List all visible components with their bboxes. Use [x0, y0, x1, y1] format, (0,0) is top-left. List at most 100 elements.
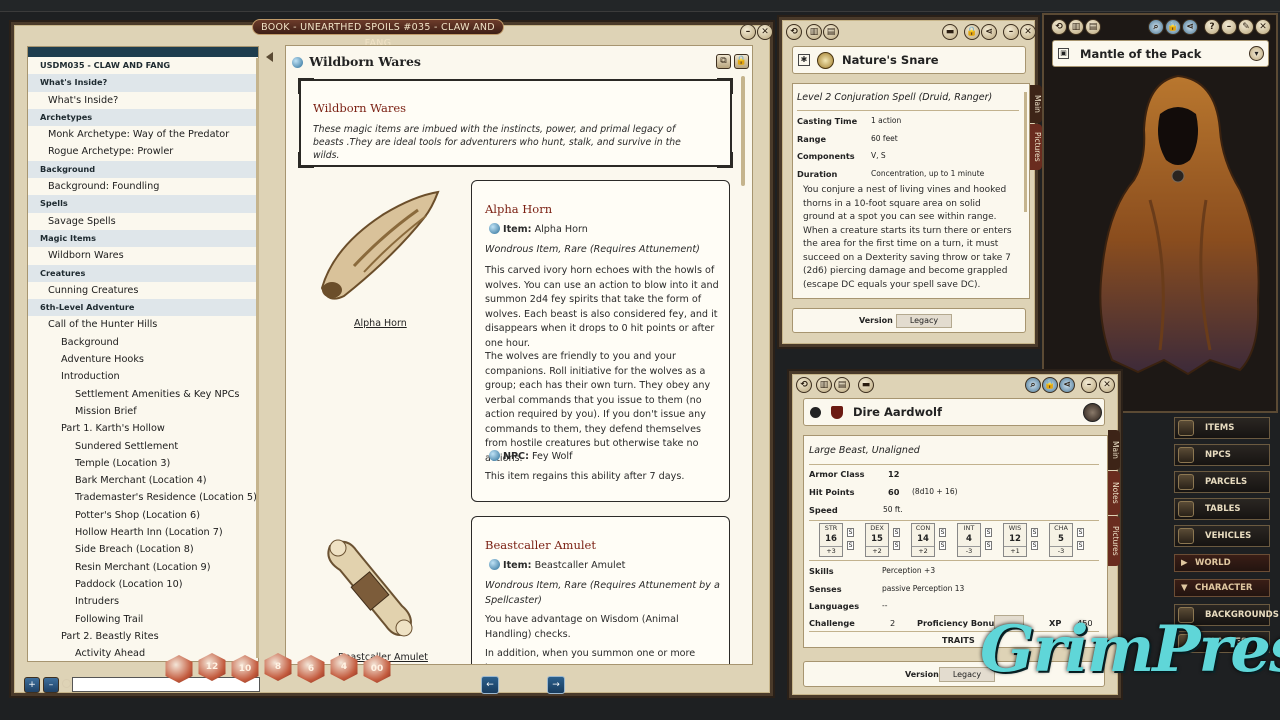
- toc-item[interactable]: What's Inside?: [28, 92, 258, 109]
- beastcaller-amulet-image[interactable]: [316, 526, 426, 646]
- sidebar-tables-button[interactable]: TABLES: [1174, 498, 1270, 520]
- ability-check-roll-icon[interactable]: S: [893, 541, 900, 550]
- ability-check-roll-icon[interactable]: S: [1077, 541, 1084, 550]
- sidebar-vehicles-button[interactable]: VEHICLES: [1174, 525, 1270, 547]
- ability-save-roll-icon[interactable]: S: [893, 528, 900, 537]
- pic-search-icon[interactable]: ⌕: [1148, 19, 1164, 35]
- toc-item[interactable]: Following Trail: [28, 611, 258, 628]
- sidebar-items-button[interactable]: ITEMS: [1174, 417, 1270, 439]
- toc-section-header[interactable]: Magic Items: [28, 229, 258, 248]
- ability-score-int[interactable]: INT 4 -3: [957, 523, 981, 557]
- sidebar-character-section[interactable]: ▼ CHARACTER: [1174, 579, 1270, 597]
- pic-link-icon[interactable]: ⟲: [1051, 19, 1067, 35]
- toc-item[interactable]: Part 1. Karth's Hollow: [28, 420, 258, 437]
- toc-item[interactable]: Potter's Shop (Location 6): [28, 507, 258, 524]
- alpha-horn-npc-link[interactable]: NPC: Fey Wolf: [489, 450, 572, 465]
- sidebar-npcs-button[interactable]: NPCS: [1174, 444, 1270, 466]
- toc-remove-button[interactable]: –: [43, 677, 59, 693]
- ability-save-roll-icon[interactable]: S: [985, 528, 992, 537]
- ability-check-roll-icon[interactable]: S: [985, 541, 992, 550]
- npc-lock-icon[interactable]: 🔒: [1042, 377, 1058, 393]
- npc-search-icon[interactable]: ⌕: [1025, 377, 1041, 393]
- picture-collapse-icon[interactable]: ▾: [1249, 46, 1264, 61]
- ability-check-roll-icon[interactable]: S: [939, 541, 946, 550]
- book-close-button[interactable]: ✕: [757, 24, 773, 40]
- toc-item[interactable]: Side Breach (Location 8): [28, 541, 258, 558]
- npc-menu-icon[interactable]: ▥: [816, 377, 832, 393]
- toc-section-header[interactable]: USDM035 - CLAW AND FANG: [28, 57, 258, 74]
- npc-list-icon[interactable]: ▤: [834, 377, 850, 393]
- spell-close-button[interactable]: ✕: [1020, 24, 1036, 40]
- toc-search-input[interactable]: [72, 677, 260, 692]
- toc-item[interactable]: Rogue Archetype: Prowler: [28, 143, 258, 160]
- toc-item[interactable]: Wildborn Wares: [28, 247, 258, 264]
- beastcaller-item-link[interactable]: Item: Beastcaller Amulet: [489, 559, 625, 574]
- toc-item[interactable]: Resin Merchant (Location 9): [28, 559, 258, 576]
- spell-drag-icon[interactable]: ✱: [798, 54, 810, 66]
- page-link-icon[interactable]: [292, 57, 303, 68]
- pic-share-icon[interactable]: ⋖: [1182, 19, 1198, 35]
- next-page-button[interactable]: →: [547, 676, 565, 694]
- ability-save-roll-icon[interactable]: S: [1077, 528, 1084, 537]
- toc-item[interactable]: Monk Archetype: Way of the Predator: [28, 126, 258, 143]
- toc-item[interactable]: Savage Spells: [28, 213, 258, 230]
- ability-score-dex[interactable]: DEX 15 +2: [865, 523, 889, 557]
- ability-score-con[interactable]: CON 14 +2: [911, 523, 935, 557]
- npc-hp-value[interactable]: 60: [888, 487, 899, 497]
- toc-section-header[interactable]: What's Inside?: [28, 74, 258, 92]
- npc-close-button[interactable]: ✕: [1099, 377, 1115, 393]
- page-lock-button[interactable]: 🔒: [734, 54, 749, 69]
- alpha-horn-image[interactable]: [314, 186, 446, 304]
- sidebar-world-section[interactable]: ▶ WORLD: [1174, 554, 1270, 572]
- toc-item[interactable]: Bark Merchant (Location 4): [28, 472, 258, 489]
- alpha-horn-caption[interactable]: Alpha Horn: [354, 318, 407, 329]
- toc-item[interactable]: Sundered Settlement: [28, 438, 258, 455]
- ability-score-str[interactable]: STR 16 +3: [819, 523, 843, 557]
- toc-item[interactable]: Settlement Amenities & Key NPCs: [28, 386, 258, 403]
- toc-section-header[interactable]: Background: [28, 160, 258, 179]
- picture-drag-icon[interactable]: ▣: [1058, 48, 1069, 59]
- npc-token-icon[interactable]: [1083, 403, 1102, 422]
- toc-item[interactable]: Trademaster's Residence (Location 5): [28, 489, 258, 506]
- toc-item[interactable]: Mission Brief: [28, 403, 258, 420]
- ability-score-wis[interactable]: WIS 12 +1: [1003, 523, 1027, 557]
- npc-challenge-value[interactable]: 2: [890, 618, 895, 628]
- toc-item[interactable]: Adventure Hooks: [28, 351, 258, 368]
- npc-ac-value[interactable]: 12: [888, 469, 899, 479]
- toc-item[interactable]: Background: [28, 334, 258, 351]
- toc-item[interactable]: Part 2. Beastly Rites: [28, 628, 258, 645]
- toc-item[interactable]: Intruders: [28, 593, 258, 610]
- pic-close-button[interactable]: ✕: [1255, 19, 1271, 35]
- ability-check-roll-icon[interactable]: S: [847, 541, 854, 550]
- toc-add-button[interactable]: +: [24, 677, 40, 693]
- spell-chat-icon[interactable]: ▬: [942, 24, 958, 40]
- npc-tab-notes[interactable]: Notes: [1108, 471, 1120, 515]
- ability-save-roll-icon[interactable]: S: [1031, 528, 1038, 537]
- ability-check-roll-icon[interactable]: S: [1031, 541, 1038, 550]
- book-left-arrow-icon[interactable]: [266, 52, 273, 62]
- npc-link-icon[interactable]: ⟲: [796, 377, 812, 393]
- ability-save-roll-icon[interactable]: S: [939, 528, 946, 537]
- spell-tab-main[interactable]: Main: [1030, 85, 1042, 123]
- toc-item[interactable]: Hollow Hearth Inn (Location 7): [28, 524, 258, 541]
- npc-tab-main[interactable]: Main: [1108, 430, 1120, 470]
- ability-score-cha[interactable]: CHA 5 -3: [1049, 523, 1073, 557]
- toc-item[interactable]: Cunning Creatures: [28, 282, 258, 299]
- npc-chat-icon[interactable]: ▬: [858, 377, 874, 393]
- spell-link-icon[interactable]: ⟲: [786, 24, 802, 40]
- pic-edit-icon[interactable]: ✎: [1238, 19, 1254, 35]
- spell-lock-icon[interactable]: 🔒: [964, 24, 980, 40]
- spell-tab-pictures[interactable]: Pictures: [1030, 124, 1042, 170]
- spell-version-value[interactable]: Legacy: [896, 314, 952, 328]
- spell-menu-icon[interactable]: ▥: [806, 24, 822, 40]
- npc-share-icon[interactable]: ⋖: [1059, 377, 1075, 393]
- spell-minimize-button[interactable]: –: [1003, 24, 1019, 40]
- page-share-button[interactable]: ⧉: [716, 54, 731, 69]
- toc-scrollbar[interactable]: [256, 58, 259, 658]
- toc-item[interactable]: Paddock (Location 10): [28, 576, 258, 593]
- toc-item[interactable]: Introduction: [28, 368, 258, 385]
- pic-lock-icon[interactable]: 🔒: [1165, 19, 1181, 35]
- npc-skull-icon[interactable]: [810, 407, 821, 418]
- toc-item[interactable]: Call of the Hunter Hills: [28, 316, 258, 333]
- pic-minimize-button[interactable]: –: [1221, 19, 1237, 35]
